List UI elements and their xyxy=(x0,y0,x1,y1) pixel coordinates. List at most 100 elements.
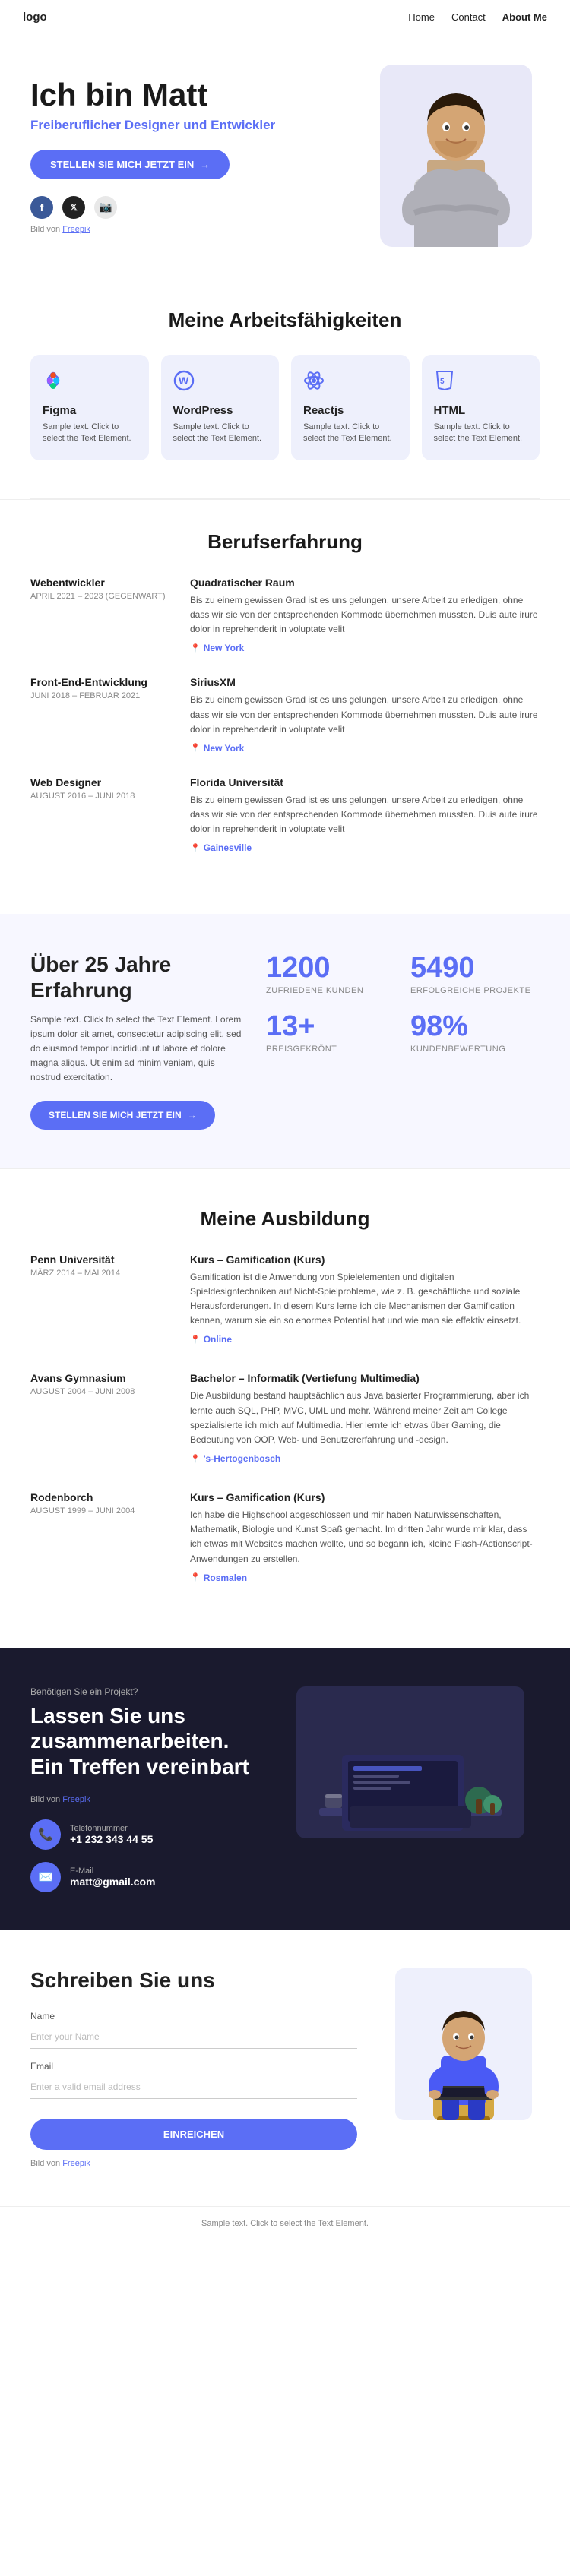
exp-left-2: Front-End-Entwicklung JUNI 2018 – FEBRUA… xyxy=(30,676,167,754)
edu-date-2: AUGUST 2004 – JUNI 2008 xyxy=(30,1387,167,1396)
education-section: Meine Ausbildung Penn Universität MÄRZ 2… xyxy=(0,1168,570,1648)
wordpress-icon: W xyxy=(173,370,268,397)
skill-desc-html: Sample text. Click to select the Text El… xyxy=(434,422,528,445)
html-icon: 5 xyxy=(434,370,528,397)
skill-name-figma: Figma xyxy=(43,404,137,417)
form-group-name: Name xyxy=(30,2011,357,2049)
stat-label-3: PREISGEKRÖNT xyxy=(266,1045,395,1054)
nav-logo[interactable]: logo xyxy=(23,11,47,24)
edu-row-3: Rodenborch AUGUST 1999 – JUNI 2004 Kurs … xyxy=(30,1491,540,1583)
svg-text:W: W xyxy=(179,375,189,387)
edu-left-1: Penn Universität MÄRZ 2014 – MAI 2014 xyxy=(30,1253,167,1345)
cta-image-credit: Bild von Freepik xyxy=(30,1795,258,1804)
school-3: Rodenborch xyxy=(30,1491,167,1503)
edu-left-2: Avans Gymnasium AUGUST 2004 – JUNI 2008 xyxy=(30,1372,167,1464)
form-name-input[interactable] xyxy=(30,2024,357,2049)
exp-row-1: Webentwickler APRIL 2021 – 2023 (GEGENWA… xyxy=(30,577,540,654)
form-email-input[interactable] xyxy=(30,2075,357,2099)
nav-links: Home Contact About Me xyxy=(408,11,547,23)
cta-laptop-image xyxy=(296,1686,524,1838)
figma-icon xyxy=(43,370,137,397)
twitter-icon[interactable]: 𝕏 xyxy=(62,196,85,219)
job-date-1: APRIL 2021 – 2023 (GEGENWART) xyxy=(30,592,167,601)
stat-item-4: 98% KUNDENBEWERTUNG xyxy=(410,1010,540,1054)
stat-label-1: ZUFRIEDENE KUNDEN xyxy=(266,986,395,995)
exp-right-3: Florida Universität Bis zu einem gewisse… xyxy=(190,776,540,854)
cta-section: Benötigen Sie ein Projekt? Lassen Sie un… xyxy=(0,1648,570,1930)
course-1: Kurs – Gamification (Kurs) xyxy=(190,1253,540,1266)
cta-email-label: E-Mail xyxy=(70,1866,155,1876)
exp-desc-2: Bis zu einem gewissen Grad ist es uns ge… xyxy=(190,693,540,737)
hero-cta-button[interactable]: STELLEN SIE MICH JETZT EIN xyxy=(30,150,230,179)
form-right xyxy=(388,1968,540,2120)
stat-item-2: 5490 ERFOLGREICHE PROJEKTE xyxy=(410,952,540,995)
cta-phone-label: Telefonnummer xyxy=(70,1824,153,1833)
education-title: Meine Ausbildung xyxy=(30,1207,540,1231)
skill-desc-figma: Sample text. Click to select the Text El… xyxy=(43,422,137,445)
edu-date-3: AUGUST 1999 – JUNI 2004 xyxy=(30,1506,167,1516)
edu-location-2: 's-Hertogenbosch xyxy=(190,1453,540,1464)
exp-left-3: Web Designer AUGUST 2016 – JUNI 2018 xyxy=(30,776,167,854)
skill-card-react: Reactjs Sample text. Click to select the… xyxy=(291,355,410,460)
react-icon xyxy=(303,370,397,397)
exp-left-1: Webentwickler APRIL 2021 – 2023 (GEGENWA… xyxy=(30,577,167,654)
facebook-icon[interactable]: f xyxy=(30,196,53,219)
cta-email-item: ✉️ E-Mail matt@gmail.com xyxy=(30,1862,258,1892)
school-2: Avans Gymnasium xyxy=(30,1372,167,1384)
exp-location-3: Gainesville xyxy=(190,842,540,853)
job-title-3: Web Designer xyxy=(30,776,167,789)
form-person-image xyxy=(395,1968,532,2120)
cta-right xyxy=(281,1686,540,1838)
stats-right: 1200 ZUFRIEDENE KUNDEN 5490 ERFOLGREICHE… xyxy=(266,952,540,1054)
form-freepik-link[interactable]: Freepik xyxy=(62,2159,90,2168)
exp-row-2: Front-End-Entwicklung JUNI 2018 – FEBRUA… xyxy=(30,676,540,754)
skills-grid: Figma Sample text. Click to select the T… xyxy=(30,355,540,460)
stat-num-4: 98% xyxy=(410,1010,540,1043)
hero-image-credit: Bild von Freepik xyxy=(30,225,372,234)
stats-cta-button[interactable]: STELLEN SIE MICH JETZT EIN xyxy=(30,1101,215,1130)
skill-card-figma: Figma Sample text. Click to select the T… xyxy=(30,355,149,460)
edu-location-1: Online xyxy=(190,1334,540,1345)
nav-link-contact[interactable]: Contact xyxy=(451,11,486,23)
hero-socials: f 𝕏 📷 xyxy=(30,196,372,219)
hero-text: Ich bin Matt Freiberuflicher Designer un… xyxy=(30,77,372,233)
email-icon: ✉️ xyxy=(30,1862,61,1892)
stat-num-1: 1200 xyxy=(266,952,395,985)
cta-email-text: E-Mail matt@gmail.com xyxy=(70,1866,155,1888)
hero-avatar xyxy=(380,65,532,247)
edu-right-3: Kurs – Gamification (Kurs) Ich habe die … xyxy=(190,1491,540,1583)
stats-section: Über 25 Jahre Erfahrung Sample text. Cli… xyxy=(0,914,570,1167)
school-1: Penn Universität xyxy=(30,1253,167,1266)
exp-location-1: New York xyxy=(190,643,540,653)
job-date-3: AUGUST 2016 – JUNI 2018 xyxy=(30,792,167,801)
skill-desc-react: Sample text. Click to select the Text El… xyxy=(303,422,397,445)
nav-link-about[interactable]: About Me xyxy=(502,11,547,23)
nav-link-home[interactable]: Home xyxy=(408,11,435,23)
exp-desc-1: Bis zu einem gewissen Grad ist es uns ge… xyxy=(190,593,540,637)
hero-freepik-link[interactable]: Freepik xyxy=(62,225,90,234)
company-1: Quadratischer Raum xyxy=(190,577,540,589)
cta-contact-info: 📞 Telefonnummer +1 232 343 44 55 ✉️ E-Ma… xyxy=(30,1819,258,1892)
cta-freepik-link[interactable]: Freepik xyxy=(62,1795,90,1804)
exp-right-2: SiriusXM Bis zu einem gewissen Grad ist … xyxy=(190,676,540,754)
stat-label-2: ERFOLGREICHE PROJEKTE xyxy=(410,986,540,995)
experience-section: Berufserfahrung Webentwickler APRIL 2021… xyxy=(0,499,570,915)
navbar: logo Home Contact About Me xyxy=(0,0,570,34)
exp-row-3: Web Designer AUGUST 2016 – JUNI 2018 Flo… xyxy=(30,776,540,854)
cta-phone-item: 📞 Telefonnummer +1 232 343 44 55 xyxy=(30,1819,258,1850)
instagram-icon[interactable]: 📷 xyxy=(94,196,117,219)
footer: Sample text. Click to select the Text El… xyxy=(0,2206,570,2240)
skill-card-html: 5 HTML Sample text. Click to select the … xyxy=(422,355,540,460)
company-2: SiriusXM xyxy=(190,676,540,688)
cta-phone-text: Telefonnummer +1 232 343 44 55 xyxy=(70,1824,153,1845)
edu-right-1: Kurs – Gamification (Kurs) Gamification … xyxy=(190,1253,540,1345)
hero-title: Ich bin Matt xyxy=(30,77,372,112)
stat-num-3: 13+ xyxy=(266,1010,395,1043)
cta-left: Benötigen Sie ein Projekt? Lassen Sie un… xyxy=(30,1686,258,1892)
edu-row-2: Avans Gymnasium AUGUST 2004 – JUNI 2008 … xyxy=(30,1372,540,1464)
exp-desc-3: Bis zu einem gewissen Grad ist es uns ge… xyxy=(190,793,540,837)
cta-small-label: Benötigen Sie ein Projekt? xyxy=(30,1686,258,1697)
form-submit-button[interactable]: EINREICHEN xyxy=(30,2119,357,2150)
form-email-label: Email xyxy=(30,2061,357,2072)
skills-title: Meine Arbeitsfähigkeiten xyxy=(30,308,540,332)
